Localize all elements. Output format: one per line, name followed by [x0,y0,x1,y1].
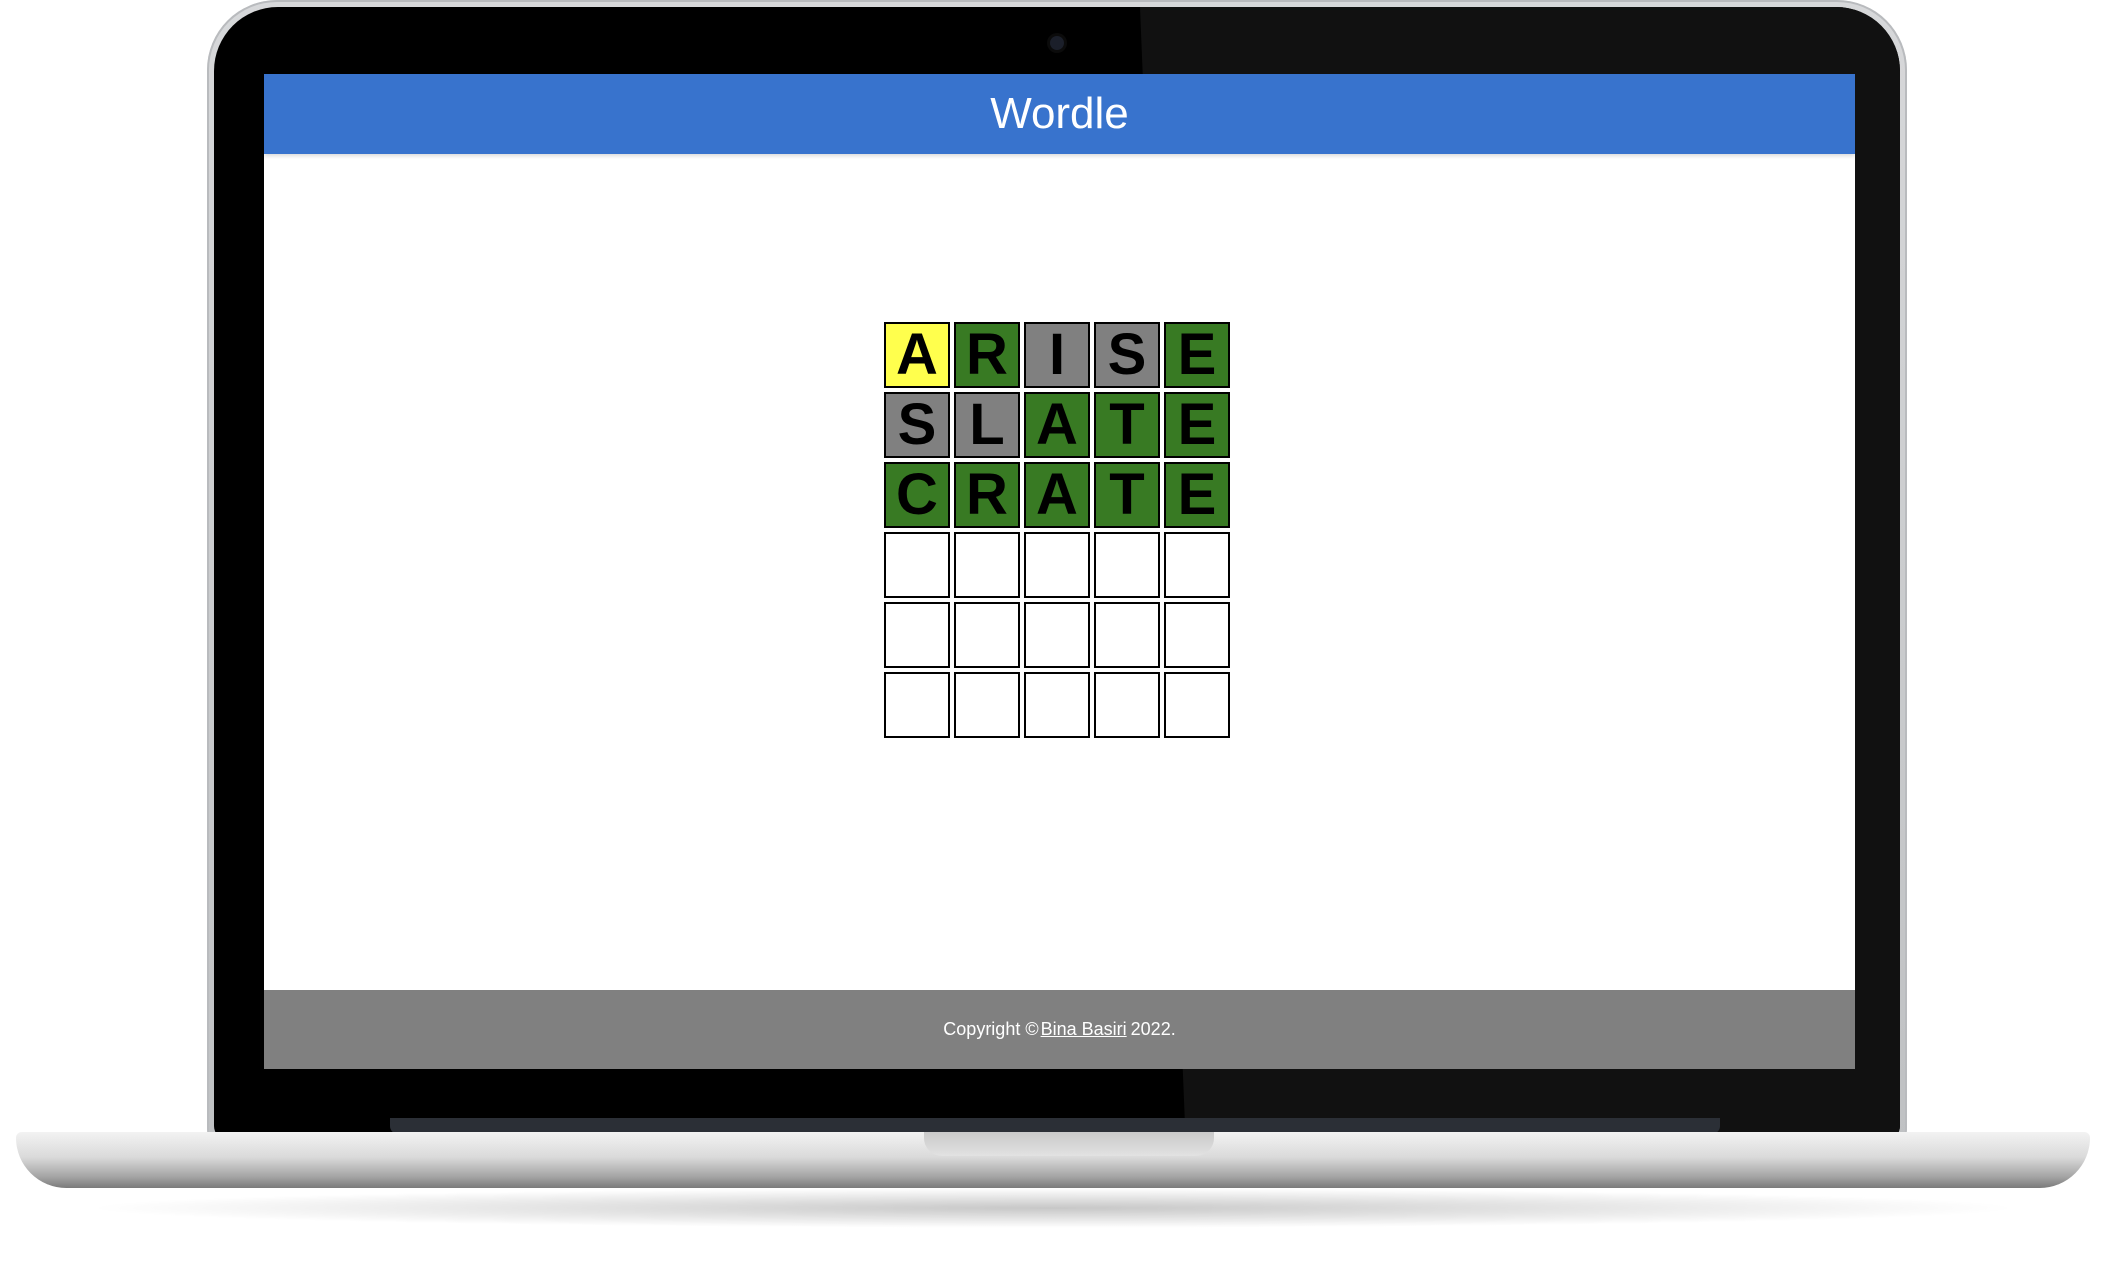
board-tile [1094,672,1160,738]
board-tile: T [1094,462,1160,528]
board-tile [884,672,950,738]
board-tile: R [954,462,1020,528]
board-tile: E [1164,322,1230,388]
board-tile [884,532,950,598]
board-tile [1094,602,1160,668]
board-tile: E [1164,462,1230,528]
laptop-lid-notch [924,1132,1214,1156]
app-footer: Copyright © Bina Basiri 2022. [264,990,1855,1069]
laptop-shadow [80,1188,2026,1228]
copyright-year: 2022. [1130,1019,1176,1039]
board-tile: I [1024,322,1090,388]
board-tile [954,602,1020,668]
camera-icon [1050,36,1064,50]
app-header: Wordle [264,74,1855,154]
board-tile [954,672,1020,738]
board-tile [1164,532,1230,598]
board-tile [884,602,950,668]
board-tile [1094,532,1160,598]
board-tile: E [1164,392,1230,458]
board-tile: T [1094,392,1160,458]
board-tile [1024,602,1090,668]
laptop-base [16,1132,2090,1188]
board-tile: C [884,462,950,528]
board-tile [1164,602,1230,668]
board-tile: R [954,322,1020,388]
board-tile [1024,532,1090,598]
author-link[interactable]: Bina Basiri [1041,1019,1127,1040]
wordle-board: ARISESLATECRATE [884,322,1230,738]
board-tile: A [1024,392,1090,458]
board-tile [1164,672,1230,738]
board-tile: S [884,392,950,458]
board-tile: S [1094,322,1160,388]
board-tile [954,532,1020,598]
board-tile: A [1024,462,1090,528]
board-tile [1024,672,1090,738]
page-title: Wordle [990,89,1129,138]
board-tile: L [954,392,1020,458]
board-tile: A [884,322,950,388]
laptop-screen: Wordle ARISESLATECRATE Copyright © Bina … [264,74,1855,1069]
copyright-prefix: Copyright © [943,1019,1039,1039]
